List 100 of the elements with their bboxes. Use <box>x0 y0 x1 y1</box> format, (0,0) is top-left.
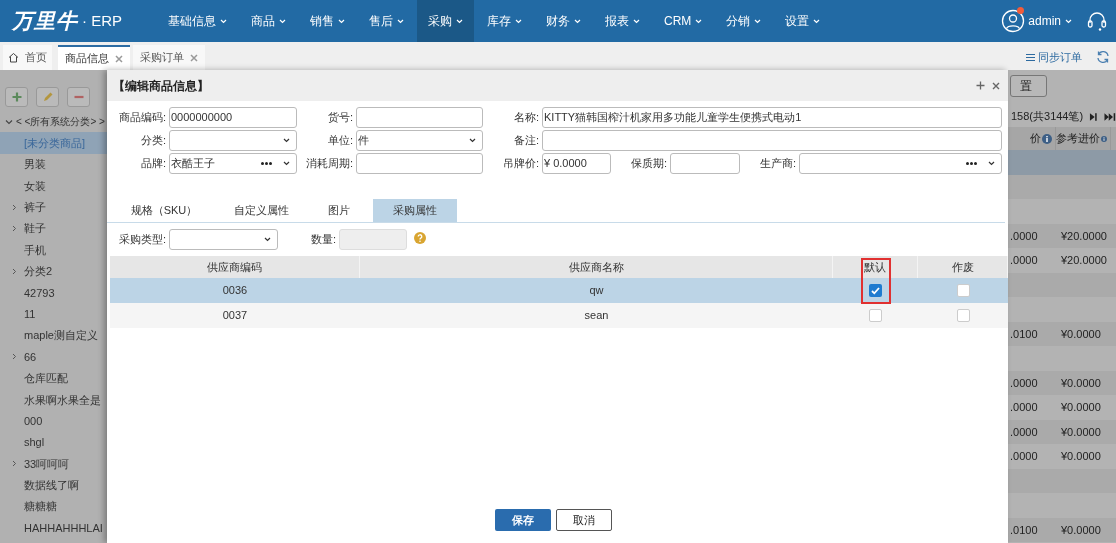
table-cell-text: 0037 <box>221 308 249 324</box>
close-icon <box>992 81 1000 90</box>
menu-item[interactable]: 设置 <box>774 0 832 42</box>
home-icon <box>8 52 19 63</box>
tree-item[interactable]: 男装 <box>0 153 107 176</box>
table-row[interactable]: 0037 sean <box>110 303 1008 328</box>
user-menu[interactable]: admin <box>1001 9 1072 33</box>
select-field[interactable]: 件 <box>356 130 483 151</box>
menu-item[interactable]: 采购 <box>417 0 474 42</box>
input-field[interactable]: 0000000000 <box>169 107 297 128</box>
input-field[interactable] <box>356 153 483 174</box>
tree-item[interactable]: 66 <box>0 346 107 368</box>
menu-item[interactable]: 商品 <box>240 0 297 42</box>
help-icon <box>414 232 426 244</box>
input-field[interactable] <box>670 153 740 174</box>
tree-item[interactable]: 仓库匹配 <box>0 367 107 390</box>
table-cell-text: .0000 <box>1009 449 1039 464</box>
reset-button[interactable]: 置 <box>1010 75 1047 97</box>
tree-item[interactable]: 42793 <box>0 282 107 304</box>
tab[interactable]: 规格（SKU） <box>110 199 218 222</box>
checkbox[interactable] <box>956 309 970 322</box>
tree-root-label[interactable]: < <所有系统分类> > <box>16 114 105 130</box>
menu-item[interactable]: 销售 <box>299 0 356 42</box>
table-row[interactable]: 0036 qw <box>110 278 1008 303</box>
tree-item[interactable]: 女装 <box>0 175 107 197</box>
close-icon <box>190 53 198 62</box>
select-field[interactable] <box>169 229 278 250</box>
last-page-icon <box>1103 111 1116 122</box>
edit-button[interactable] <box>36 87 59 107</box>
table-row[interactable] <box>1008 150 1116 175</box>
list-icon <box>1026 53 1035 62</box>
tab[interactable]: 图片 <box>304 199 373 222</box>
tab[interactable]: 自定义属性 <box>218 199 304 222</box>
pager-text: 158(共3144笔) <box>1011 109 1084 125</box>
input-field[interactable]: KITTY猫韩国榨汁机家用多功能儿童学生便携式电动1 <box>542 107 1002 128</box>
tree-item[interactable]: 糖糖糖 <box>0 496 107 518</box>
select-field[interactable] <box>169 130 297 151</box>
caret-icon <box>633 18 640 24</box>
tree-item[interactable]: maple测自定义 <box>0 324 107 347</box>
tree-item[interactable]: 手机 <box>0 239 107 261</box>
tree-item[interactable]: shgl <box>0 431 107 454</box>
table-row[interactable]: .0000 ¥0.0000 <box>1008 419 1116 444</box>
table-row[interactable] <box>1008 272 1116 297</box>
caret-icon <box>1065 18 1072 24</box>
input-field[interactable] <box>542 130 1002 151</box>
tree-item[interactable]: 33呵呵呵 <box>0 453 107 475</box>
table-row[interactable] <box>1008 174 1116 199</box>
table-row[interactable]: .0000 ¥0.0000 <box>1008 370 1116 395</box>
tab[interactable]: 采购订单 <box>133 45 205 70</box>
caret-icon <box>456 18 463 24</box>
table-cell-text: sean <box>583 308 610 324</box>
delete-button[interactable] <box>67 87 90 107</box>
caret-icon <box>754 18 762 24</box>
table-cell-text: ¥0.0000 <box>1060 375 1102 391</box>
menu-item[interactable]: 报表 <box>594 0 651 42</box>
tab[interactable]: 商品信息 <box>58 45 130 70</box>
table-row[interactable]: .0100 ¥0.0000 <box>1008 517 1116 542</box>
tree-item[interactable]: 分类2 <box>0 260 107 283</box>
field-label: 消耗周期: <box>304 156 353 172</box>
menu-item[interactable]: 财务 <box>535 0 592 42</box>
menu-item[interactable]: 售后 <box>358 0 415 42</box>
next-page-icon <box>1089 111 1098 122</box>
add-button[interactable] <box>5 87 28 107</box>
checkbox[interactable] <box>869 284 882 297</box>
tree-item[interactable]: 水果啊水果全是 <box>0 389 107 411</box>
input-field[interactable] <box>356 107 483 128</box>
tab[interactable]: 首页 <box>3 45 52 70</box>
table-row[interactable]: .0000 ¥20.0000 <box>1008 223 1116 248</box>
select-field[interactable] <box>799 153 1002 174</box>
menu-item[interactable]: 分销 <box>715 0 773 42</box>
table-row[interactable] <box>1008 468 1116 493</box>
select-field[interactable]: 衣酷王子 <box>169 153 297 174</box>
table-row[interactable]: .0100 ¥0.0000 <box>1008 321 1116 346</box>
input-field[interactable]: ¥ 0.0000 <box>542 153 611 174</box>
sync-orders-button[interactable]: 同步订单 <box>1026 45 1082 70</box>
checkbox[interactable] <box>869 309 882 322</box>
tree-item[interactable]: 裤子 <box>0 196 107 218</box>
menu-item[interactable]: 基础信息 <box>157 0 238 42</box>
checkbox[interactable] <box>956 284 970 297</box>
field-label: 吊牌价: <box>501 156 539 172</box>
cancel-button[interactable]: 取消 <box>555 509 612 531</box>
table-cell-text: .0000 <box>1009 228 1039 244</box>
menu-item[interactable]: CRM <box>653 0 714 42</box>
tree-item[interactable]: 000 <box>0 410 107 432</box>
table-cell-text: ¥0.0000 <box>1060 400 1102 415</box>
field-label: 备注: <box>512 133 539 149</box>
caret-icon <box>283 161 290 166</box>
tree-item[interactable]: HAHHAHHHLAI <box>0 517 107 539</box>
tab[interactable]: 采购属性 <box>373 199 457 222</box>
tree-item[interactable]: 数据线了啊 <box>0 474 107 497</box>
table-cell-text: ¥0.0000 <box>1060 424 1102 440</box>
pencil-icon <box>41 91 54 103</box>
chevron-icon <box>11 203 17 211</box>
tree-item[interactable]: 鞋子 <box>0 217 107 240</box>
save-button[interactable]: 保存 <box>494 509 551 531</box>
close-icon <box>115 54 123 63</box>
menu-item[interactable]: 库存 <box>476 0 533 42</box>
table-cell-text: .0100 <box>1009 326 1039 342</box>
table-cell-text: ¥0.0000 <box>1060 326 1102 342</box>
tree-item[interactable]: 11 <box>0 303 107 325</box>
